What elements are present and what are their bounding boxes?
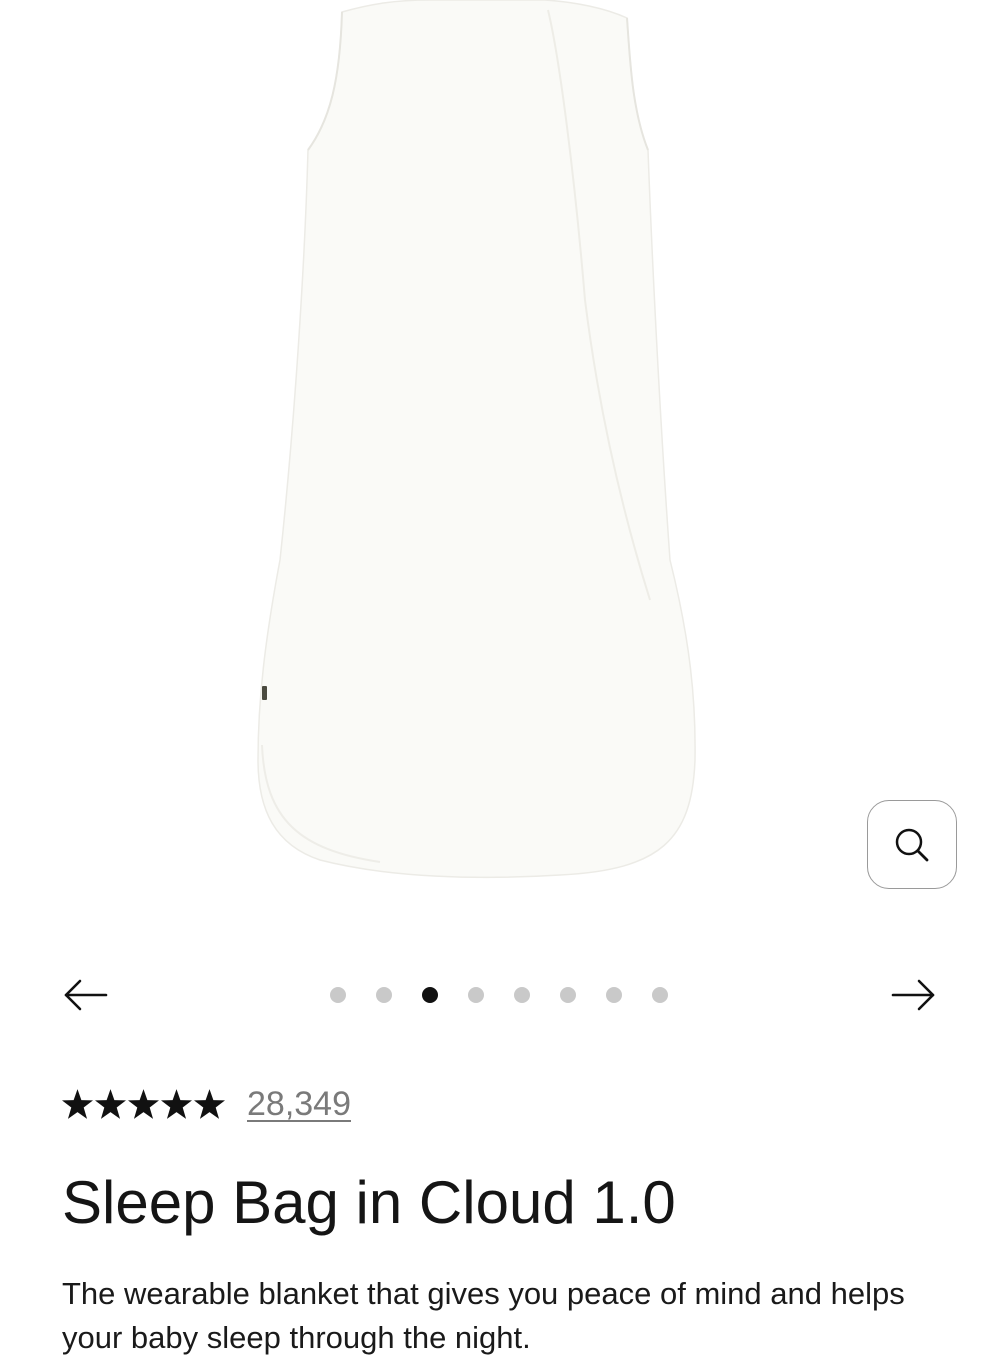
carousel-dot[interactable] [376, 987, 392, 1003]
arrow-right-icon [891, 979, 935, 1011]
next-image-button[interactable] [884, 965, 944, 1025]
previous-image-button[interactable] [55, 965, 115, 1025]
arrow-left-icon [64, 979, 108, 1011]
star-rating [62, 1089, 225, 1119]
image-carousel-nav [0, 965, 1000, 1025]
carousel-dot[interactable] [330, 987, 346, 1003]
star-icon [95, 1089, 126, 1119]
carousel-dot[interactable] [606, 987, 622, 1003]
review-count-link[interactable]: 28,349 [247, 1085, 351, 1124]
carousel-dot[interactable] [514, 987, 530, 1003]
carousel-dot[interactable] [560, 987, 576, 1003]
star-icon [128, 1089, 159, 1119]
search-icon [895, 828, 929, 861]
product-rating: 28,349 [62, 1082, 351, 1126]
product-image[interactable] [0, 0, 1000, 930]
star-icon [62, 1089, 93, 1119]
zoom-button[interactable] [867, 800, 957, 889]
carousel-dot[interactable] [652, 987, 668, 1003]
carousel-dot[interactable] [468, 987, 484, 1003]
product-description: The wearable blanket that gives you peac… [62, 1276, 905, 1355]
product-title: Sleep Bag in Cloud 1.0 [62, 1169, 676, 1236]
star-icon [194, 1089, 225, 1119]
sleep-bag-image [257, 0, 696, 879]
carousel-dot-active[interactable] [422, 987, 438, 1003]
carousel-dots [330, 987, 668, 1003]
star-icon [161, 1089, 192, 1119]
